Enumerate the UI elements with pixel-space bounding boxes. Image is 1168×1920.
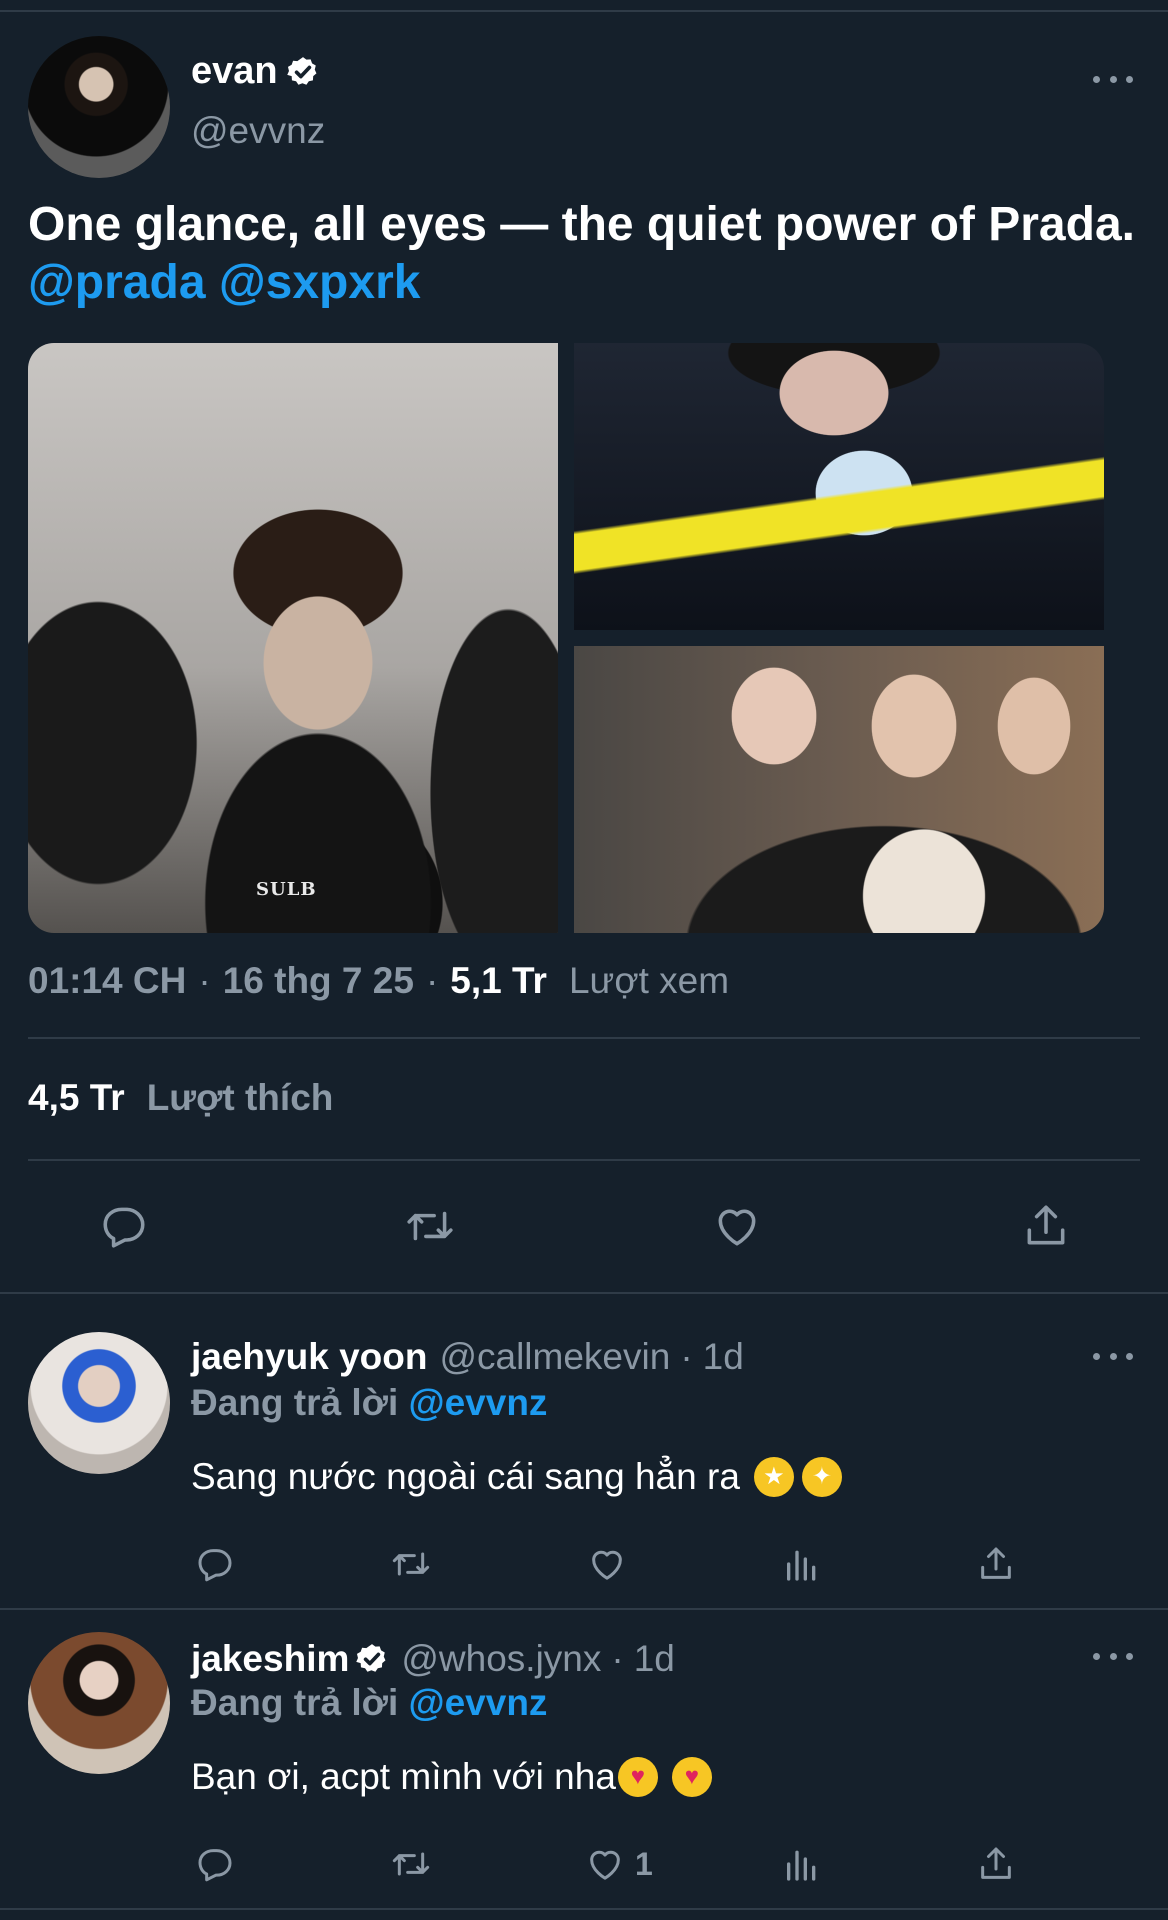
- author-avatar[interactable]: [28, 36, 170, 178]
- reply-body: Sang nước ngoài cái sang hẳn ra: [191, 1456, 740, 1497]
- reply-avatar[interactable]: [28, 1332, 170, 1474]
- reply-text: Sang nước ngoài cái sang hẳn ra ★ ✦: [191, 1456, 842, 1498]
- analytics-icon[interactable]: [780, 1842, 824, 1886]
- divider: [28, 1037, 1140, 1039]
- smiling-face-with-hearts-emoji-icon: ♥: [617, 1757, 658, 1797]
- tweet-date[interactable]: 16 thg 7 25: [223, 960, 414, 1002]
- partying-face-emoji-icon: ✦: [801, 1457, 842, 1497]
- reply-icon[interactable]: [94, 1198, 154, 1254]
- like-icon[interactable]: [583, 1542, 631, 1586]
- tweet-detail-page: evan @evvnz One glance, all eyes — the q…: [0, 0, 1168, 1920]
- divider: [0, 1292, 1168, 1294]
- image-caption: SULB: [256, 879, 317, 900]
- reply-body: Bạn ơi, acpt mình với nha: [191, 1756, 616, 1797]
- divider: [28, 1159, 1140, 1161]
- verified-badge-icon: [286, 55, 320, 89]
- meta-separator: ·: [680, 1336, 693, 1377]
- mention-prada[interactable]: @prada: [28, 256, 206, 309]
- likes-count: 4,5 Tr: [28, 1077, 125, 1118]
- like-icon: [583, 1844, 627, 1884]
- reply-header: jakeshim @whos.jynx · 1d: [191, 1638, 675, 1680]
- views-label: Lượt xem: [568, 960, 730, 1001]
- reply-icon[interactable]: [193, 1542, 237, 1586]
- reply-avatar[interactable]: [28, 1632, 170, 1774]
- likes-row[interactable]: 4,5 Tr Lượt thích: [28, 1077, 333, 1119]
- reply-header: jaehyuk yoon @callmekevin · 1d: [191, 1336, 744, 1378]
- retweet-icon[interactable]: [398, 1198, 462, 1254]
- retweet-icon[interactable]: [386, 1842, 436, 1886]
- more-options-icon[interactable]: [1093, 1349, 1133, 1363]
- retweet-icon[interactable]: [386, 1542, 436, 1586]
- tweet-text: One glance, all eyes — the quiet power o…: [28, 196, 1138, 312]
- reply-icon[interactable]: [193, 1842, 237, 1886]
- author-name[interactable]: evan: [191, 50, 278, 93]
- reply-time[interactable]: 1d: [634, 1638, 675, 1680]
- top-divider: [0, 10, 1168, 12]
- replying-mention[interactable]: @evvnz: [409, 1382, 548, 1423]
- heart-eyes-emoji-icon: ♥: [671, 1757, 712, 1797]
- reply-author-name[interactable]: jaehyuk yoon: [191, 1336, 427, 1378]
- tweet-time[interactable]: 01:14 CH: [28, 960, 186, 1002]
- share-icon[interactable]: [1016, 1198, 1076, 1254]
- reply-time[interactable]: 1d: [703, 1336, 744, 1378]
- more-options-icon[interactable]: [1093, 72, 1133, 86]
- divider: [0, 1608, 1168, 1610]
- replying-label: Đang trả lời: [191, 1682, 399, 1723]
- meta-separator: ·: [425, 960, 439, 1001]
- replying-mention[interactable]: @evvnz: [409, 1682, 548, 1723]
- tweet-body: One glance, all eyes — the quiet power o…: [28, 198, 1135, 251]
- replying-label: Đang trả lời: [191, 1382, 399, 1423]
- views-count: 5,1 Tr: [450, 960, 547, 1001]
- reply-author-handle[interactable]: @whos.jynx: [401, 1638, 601, 1680]
- reply-author-handle[interactable]: @callmekevin: [439, 1336, 670, 1378]
- like-count: 1: [635, 1845, 653, 1882]
- meta-separator: ·: [198, 960, 211, 1001]
- divider: [0, 1908, 1168, 1910]
- like-button[interactable]: 1: [583, 1842, 663, 1886]
- reply-author-name[interactable]: jakeshim: [191, 1638, 349, 1680]
- media-image-3[interactable]: [574, 646, 1104, 933]
- analytics-icon[interactable]: [780, 1542, 824, 1586]
- star-struck-emoji-icon: ★: [753, 1457, 794, 1497]
- more-options-icon[interactable]: [1093, 1649, 1133, 1663]
- verified-badge-icon: [355, 1642, 389, 1676]
- share-icon[interactable]: [974, 1842, 1018, 1886]
- author-name-row: evan: [191, 50, 320, 93]
- media-image-1[interactable]: SULB: [28, 343, 558, 933]
- author-handle-row: @evvnz: [191, 110, 325, 152]
- author-handle[interactable]: @evvnz: [191, 110, 325, 152]
- replying-to: Đang trả lời @evvnz: [191, 1382, 547, 1424]
- media-image-2[interactable]: [574, 343, 1104, 630]
- meta-separator: ·: [611, 1638, 624, 1679]
- tweet-meta: 01:14 CH · 16 thg 7 25 · 5,1 Tr Lượt xem: [28, 960, 729, 1002]
- share-icon[interactable]: [974, 1542, 1018, 1586]
- mention-sxpxrk[interactable]: @sxpxrk: [219, 256, 421, 309]
- replying-to: Đang trả lời @evvnz: [191, 1682, 547, 1724]
- like-icon[interactable]: [707, 1198, 767, 1254]
- likes-label: Lượt thích: [146, 1077, 334, 1118]
- reply-text: Bạn ơi, acpt mình với nha ♥ ♥: [191, 1756, 712, 1798]
